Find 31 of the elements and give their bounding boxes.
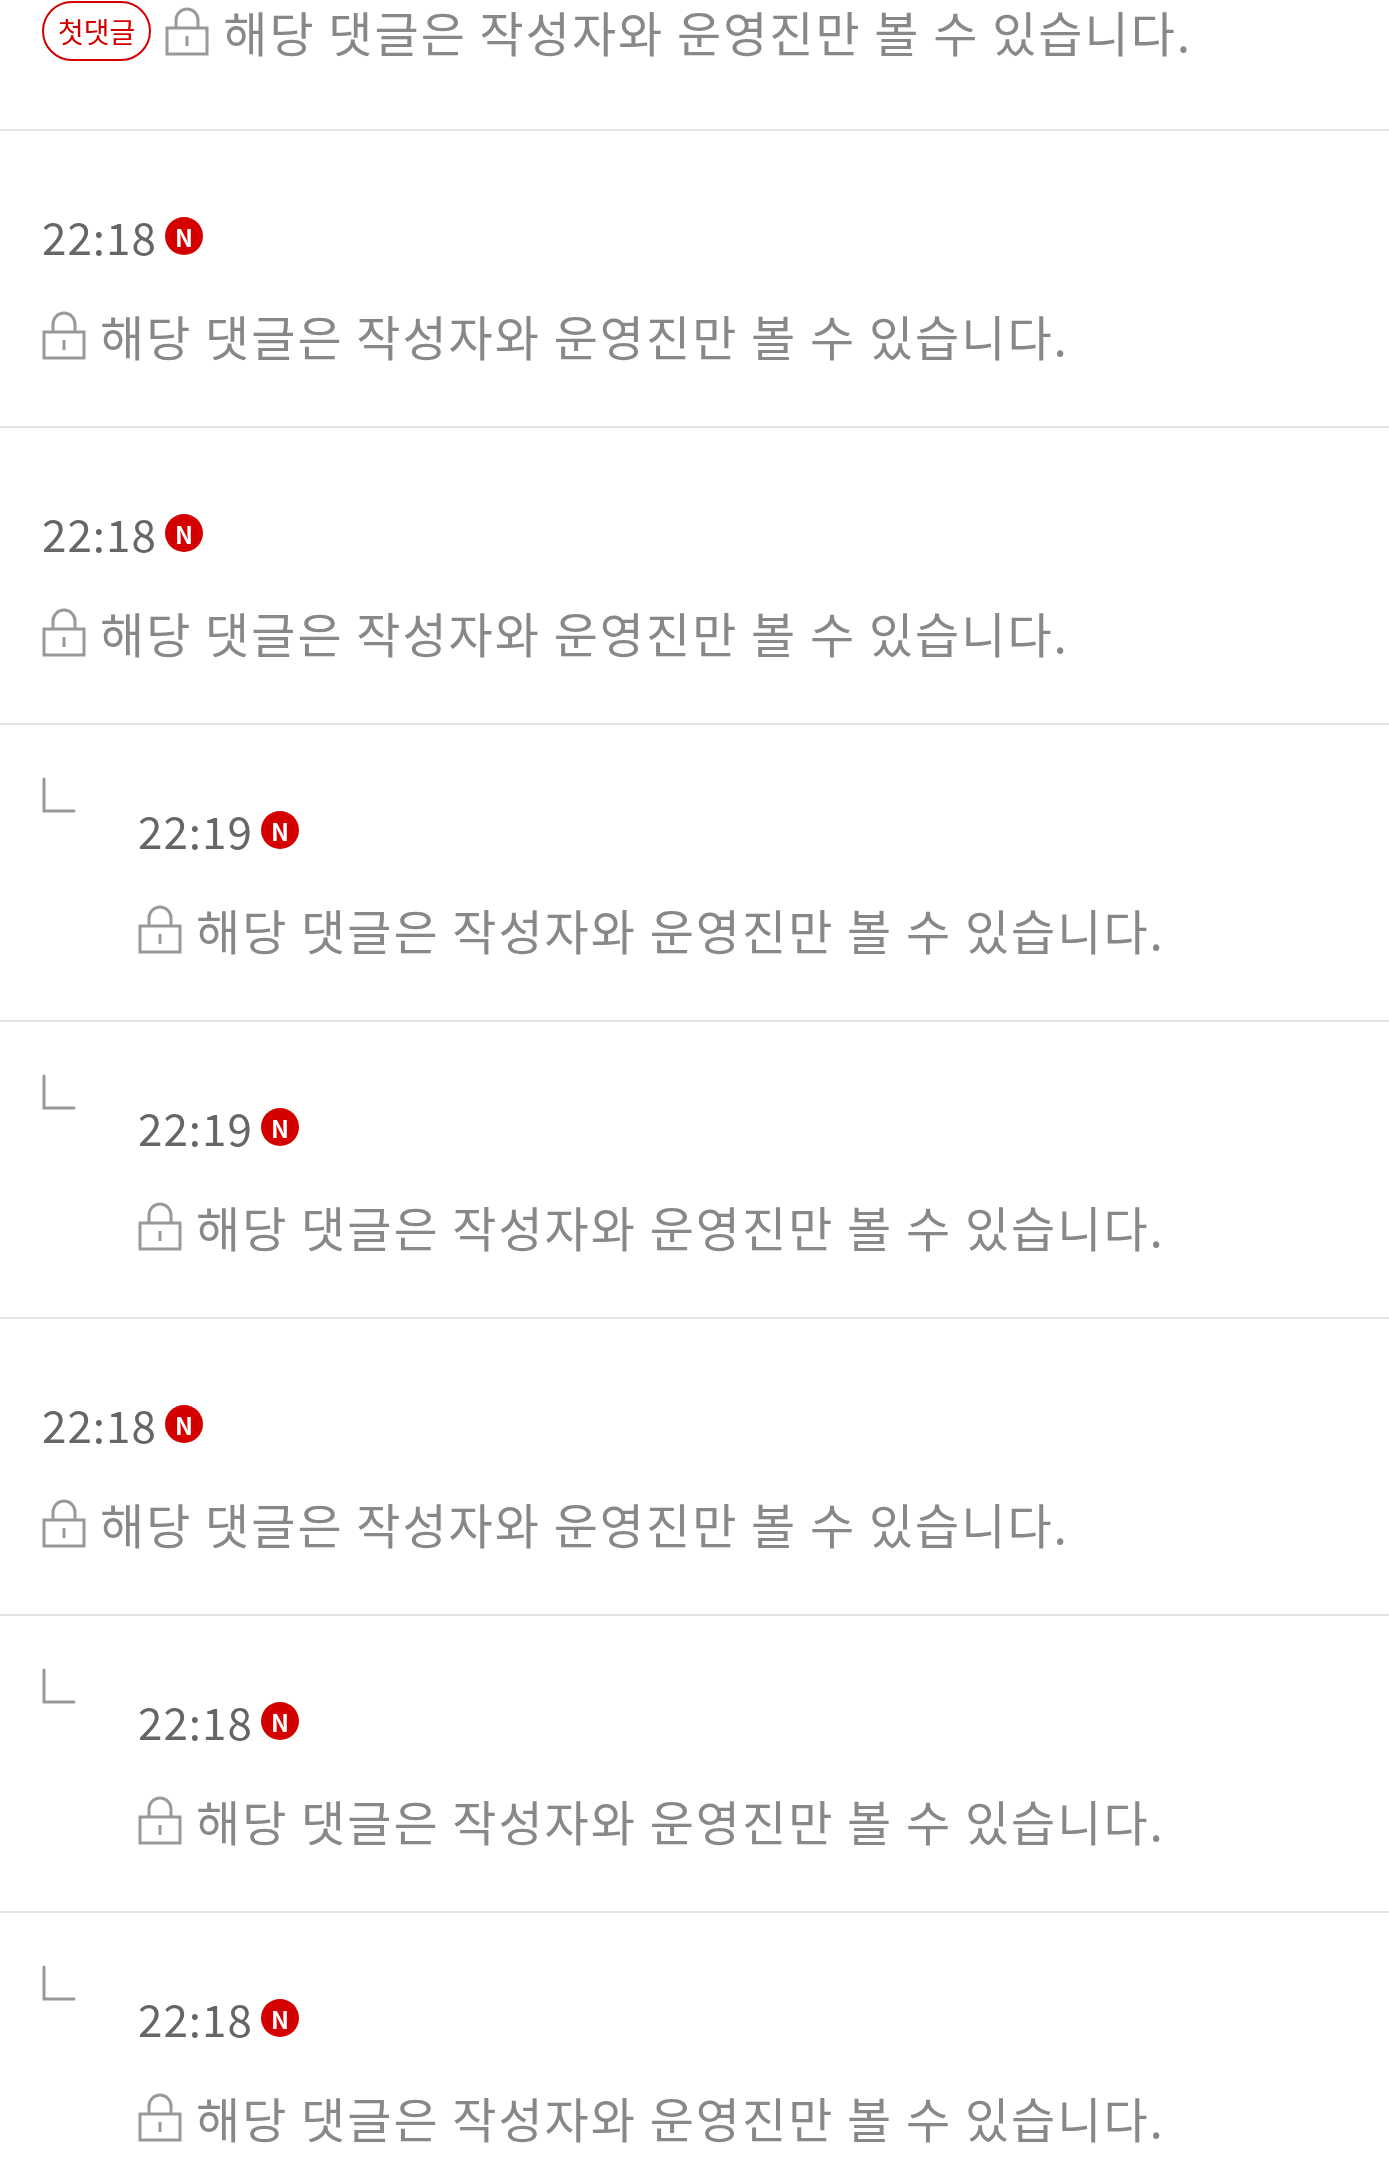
new-badge: N bbox=[164, 514, 203, 552]
comment-time: 22:19 bbox=[138, 798, 253, 862]
lock-icon bbox=[42, 1498, 86, 1548]
lock-icon bbox=[138, 1795, 182, 1845]
new-badge: N bbox=[260, 1108, 299, 1146]
hidden-comment-text: 해당 댓글은 작성자와 운영진만 볼 수 있습니다. bbox=[196, 894, 1165, 964]
new-badge: N bbox=[260, 1999, 299, 2037]
first-comment-badge: 첫댓글 bbox=[42, 1, 152, 61]
comment-time: 22:18 bbox=[42, 204, 157, 268]
hidden-comment-text: 해당 댓글은 작성자와 운영진만 볼 수 있습니다. bbox=[100, 597, 1069, 667]
new-badge: N bbox=[260, 811, 299, 849]
hidden-comment-text: 해당 댓글은 작성자와 운영진만 볼 수 있습니다. bbox=[196, 1785, 1165, 1855]
lock-icon bbox=[42, 310, 86, 360]
comment-time: 22:19 bbox=[138, 1095, 253, 1159]
hidden-comment-text: 해당 댓글은 작성자와 운영진만 볼 수 있습니다. bbox=[100, 300, 1069, 370]
hidden-comment-text: 해당 댓글은 작성자와 운영진만 볼 수 있습니다. bbox=[196, 1191, 1165, 1261]
comment-time: 22:18 bbox=[138, 1689, 253, 1753]
hidden-comment-text: 해당 댓글은 작성자와 운영진만 볼 수 있습니다. bbox=[223, 0, 1193, 66]
comment-time: 22:18 bbox=[42, 501, 157, 565]
comment-time: 22:18 bbox=[138, 1986, 253, 2050]
comment-time: 22:18 bbox=[42, 1392, 157, 1456]
lock-icon bbox=[165, 6, 210, 56]
lock-icon bbox=[138, 904, 182, 954]
lock-icon bbox=[42, 607, 86, 657]
new-badge: N bbox=[260, 1702, 299, 1740]
new-badge: N bbox=[164, 217, 203, 255]
lock-icon bbox=[138, 1201, 182, 1251]
hidden-comment-text: 해당 댓글은 작성자와 운영진만 볼 수 있습니다. bbox=[100, 1488, 1069, 1558]
new-badge: N bbox=[164, 1405, 203, 1443]
lock-icon bbox=[138, 2092, 182, 2142]
hidden-comment-text: 해당 댓글은 작성자와 운영진만 볼 수 있습니다. bbox=[196, 2082, 1165, 2152]
